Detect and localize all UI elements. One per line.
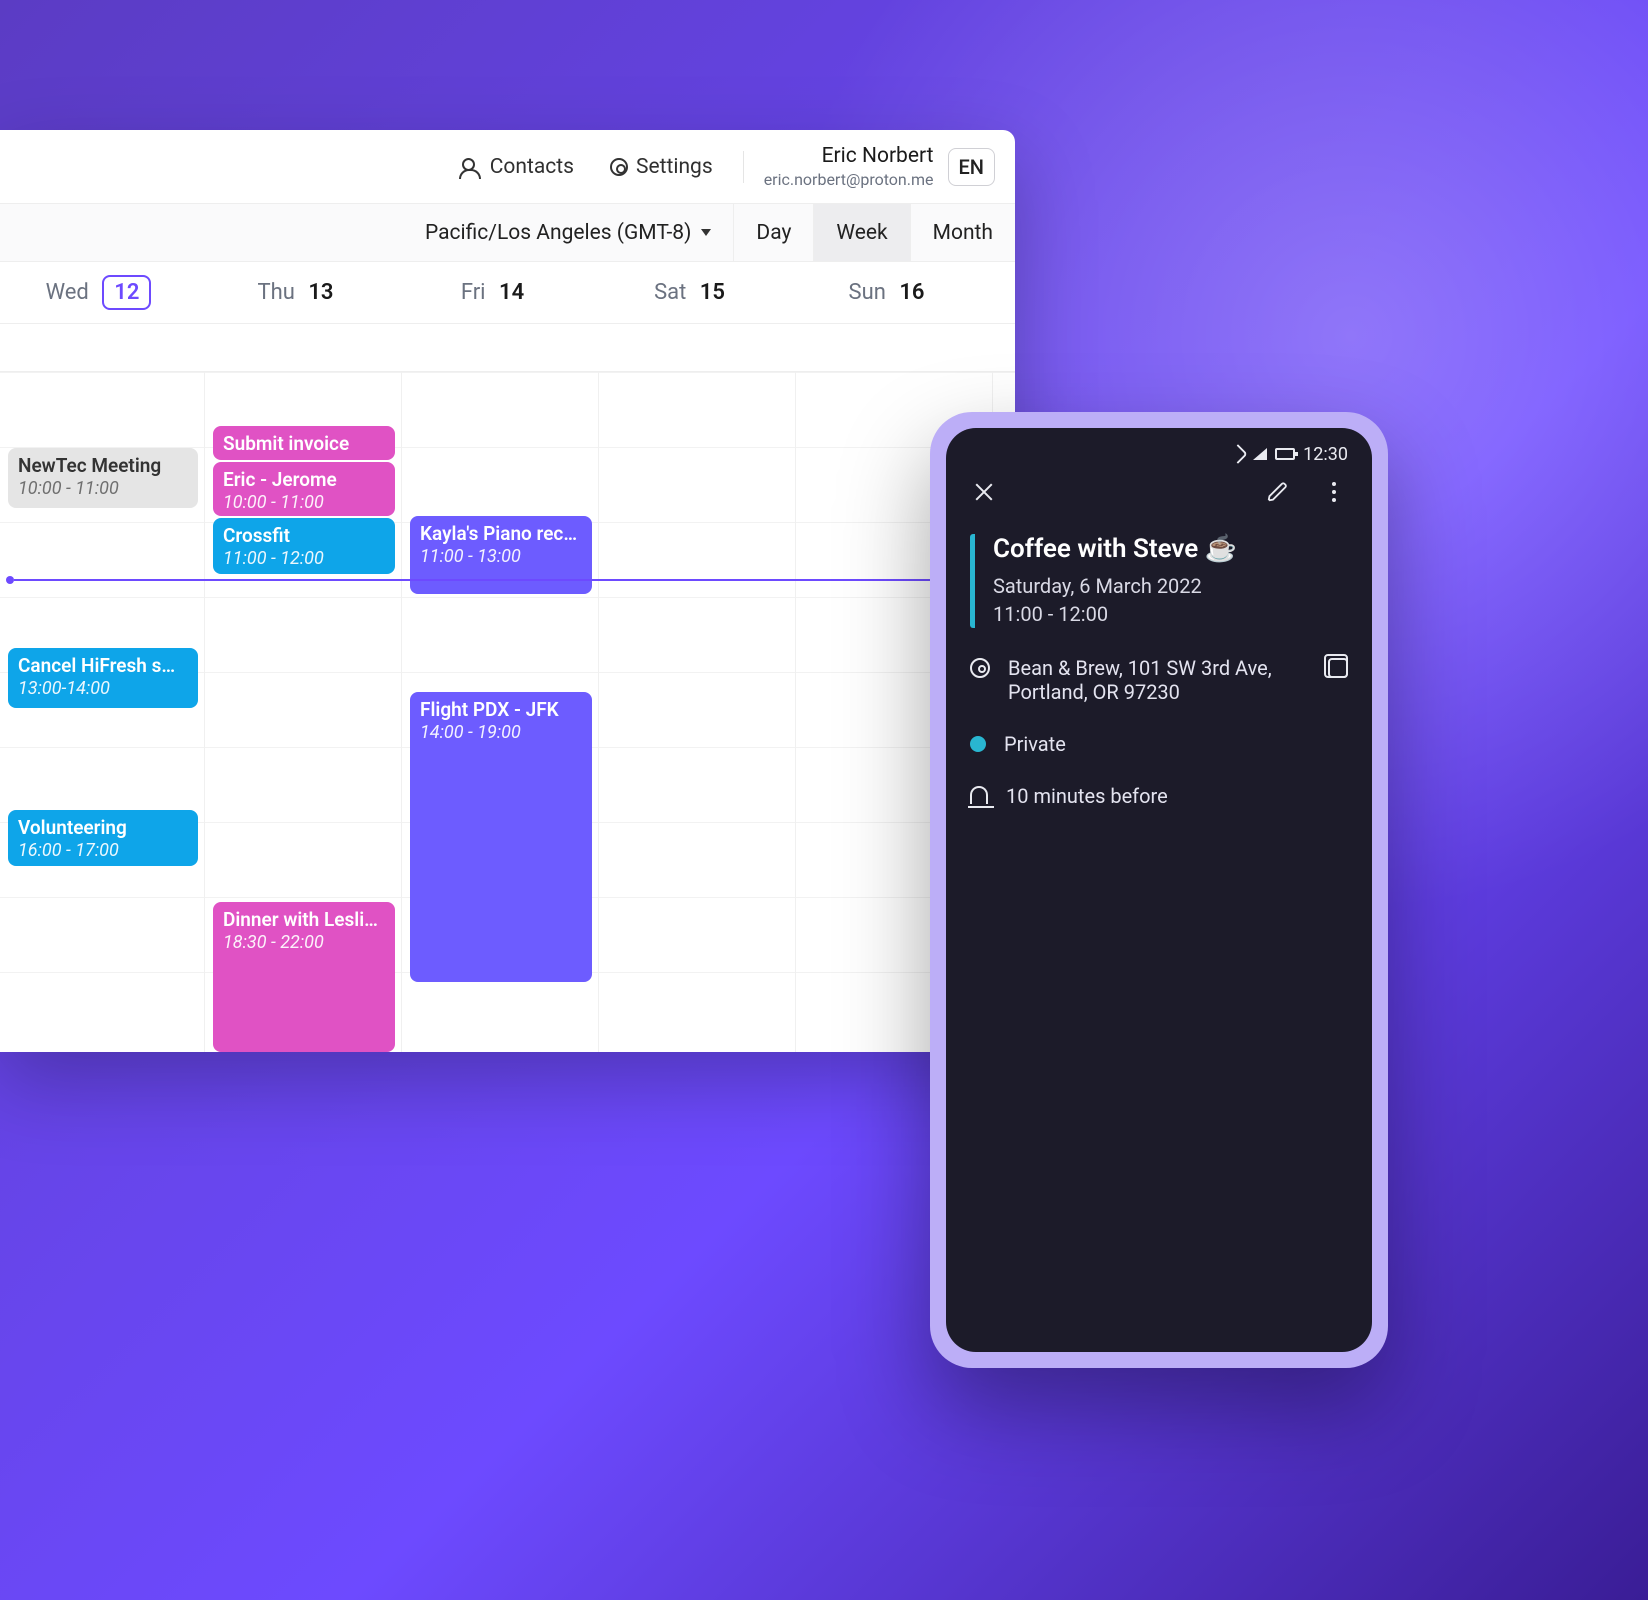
event-time: 18:30 - 22:00 [223,932,385,955]
contacts-link[interactable]: Contacts [462,155,574,179]
settings-link[interactable]: Settings [610,155,713,179]
event[interactable]: Submit invoice [213,426,395,460]
topbar: Contacts Settings Eric Norbert eric.norb… [0,130,1015,204]
dayheader-sat[interactable]: Sat 15 [591,262,788,323]
day-label: Wed [46,280,89,305]
event-visibility: Private [1004,732,1348,756]
event-title: Kayla's Piano reci… [420,522,582,546]
event[interactable]: NewTec Meeting 10:00 - 11:00 [8,448,198,508]
event-time: 11:00 - 12:00 [223,548,385,571]
day-label: Sat [654,280,686,305]
battery-icon [1275,448,1295,460]
day-label: Fri [461,280,486,305]
user-name: Eric Norbert [764,144,934,168]
view-month-tab[interactable]: Month [910,204,1015,261]
event-header: Coffee with Steve ☕ Saturday, 6 March 20… [970,534,1348,628]
day-label: Sun [849,280,886,305]
event-title: Volunteering [18,816,188,840]
dayheader-sun[interactable]: Sun 16 [788,262,985,323]
event-location-row: Bean & Brew, 101 SW 3rd Ave, Portland, O… [970,656,1348,704]
event-title: Coffee with Steve ☕ [993,534,1348,564]
dayheader-thu[interactable]: Thu 13 [197,262,394,323]
event-time: 11:00 - 13:00 [420,546,582,569]
view-day-tab[interactable]: Day [733,204,813,261]
calendar-color-icon [970,736,986,752]
day-number: 15 [700,280,725,305]
calendar-grid: NewTec Meeting 10:00 - 11:00 Cancel HiFr… [0,372,1015,1052]
phone-actionbar [970,478,1348,506]
event-location: Bean & Brew, 101 SW 3rd Ave, Portland, O… [1008,656,1310,704]
event-reminder: 10 minutes before [1006,784,1348,808]
wifi-icon [1228,444,1248,464]
timezone-selector[interactable]: Pacific/Los Angeles (GMT-8) [403,221,733,245]
gear-icon [610,158,628,176]
event-time: 14:00 - 19:00 [420,722,582,745]
daycol-wed: NewTec Meeting 10:00 - 11:00 Cancel HiFr… [0,372,205,1052]
day-label: Thu [258,280,295,305]
chevron-down-icon [701,229,711,236]
day-number: 14 [499,280,524,305]
event-title: Cancel HiFresh s… [18,654,188,678]
settings-label: Settings [636,155,713,179]
language-selector[interactable]: EN [948,148,996,186]
event-time: 13:00-14:00 [18,678,188,701]
copy-button[interactable] [1328,658,1348,678]
dayheader-fri[interactable]: Fri 14 [394,262,591,323]
close-icon [973,481,995,503]
pencil-icon [1267,481,1289,503]
phone-screen: 12:30 Coffee with Steve ☕ Saturday, 6 Ma… [946,428,1372,1352]
view-week-tab[interactable]: Week [813,204,909,261]
event-title: NewTec Meeting [18,454,188,478]
contacts-icon [462,158,482,176]
timezone-label: Pacific/Los Angeles (GMT-8) [425,221,691,245]
event[interactable]: Cancel HiFresh s… 13:00-14:00 [8,648,198,708]
all-day-row [0,324,1015,372]
signal-icon [1253,448,1267,460]
event[interactable]: Eric - Jerome 10:00 - 11:00 [213,462,395,516]
daycol-sat [599,372,796,1052]
more-icon [1332,482,1336,502]
more-button[interactable] [1320,478,1348,506]
event-title: Submit invoice [223,432,385,456]
daycol-thu: Submit invoice Eric - Jerome 10:00 - 11:… [205,372,402,1052]
edit-button[interactable] [1264,478,1292,506]
dayheader-wed[interactable]: Wed 12 [0,262,197,323]
phone-clock: 12:30 [1303,444,1348,465]
topbar-divider [743,151,744,183]
event-time: 10:00 - 11:00 [223,492,385,515]
event-title: Crossfit [223,524,385,548]
event[interactable]: Crossfit 11:00 - 12:00 [213,518,395,574]
secondbar: Pacific/Los Angeles (GMT-8) Day Week Mon… [0,204,1015,262]
event-title: Eric - Jerome [223,468,385,492]
contacts-label: Contacts [490,155,574,179]
phone-statusbar: 12:30 [970,440,1348,468]
location-icon [970,658,990,678]
event-visibility-row: Private [970,732,1348,756]
event-date: Saturday, 6 March 2022 [993,572,1348,600]
day-number: 12 [102,275,151,310]
day-number: 16 [899,280,924,305]
phone-mockup: 12:30 Coffee with Steve ☕ Saturday, 6 Ma… [930,412,1388,1368]
event[interactable]: Flight PDX - JFK 14:00 - 19:00 [410,692,592,982]
event-reminder-row: 10 minutes before [970,784,1348,808]
event-time: 10:00 - 11:00 [18,478,188,501]
event-title: Dinner with Leslie… [223,908,385,932]
event[interactable]: Kayla's Piano reci… 11:00 - 13:00 [410,516,592,594]
day-headers: Wed 12 Thu 13 Fri 14 Sat 15 Sun 16 [0,262,1015,324]
user-email: eric.norbert@proton.me [764,170,934,189]
event[interactable]: Volunteering 16:00 - 17:00 [8,810,198,866]
user-block[interactable]: Eric Norbert eric.norbert@proton.me [764,144,934,189]
calendar-window: Contacts Settings Eric Norbert eric.norb… [0,130,1015,1052]
event-time: 16:00 - 17:00 [18,840,188,863]
bell-icon [970,786,988,804]
daycol-fri: Kayla's Piano reci… 11:00 - 13:00 Flight… [402,372,599,1052]
event[interactable]: Dinner with Leslie… 18:30 - 22:00 [213,902,395,1052]
day-number: 13 [308,280,333,305]
event-title: Flight PDX - JFK [420,698,582,722]
close-button[interactable] [970,478,998,506]
event-time: 11:00 - 12:00 [993,600,1348,628]
